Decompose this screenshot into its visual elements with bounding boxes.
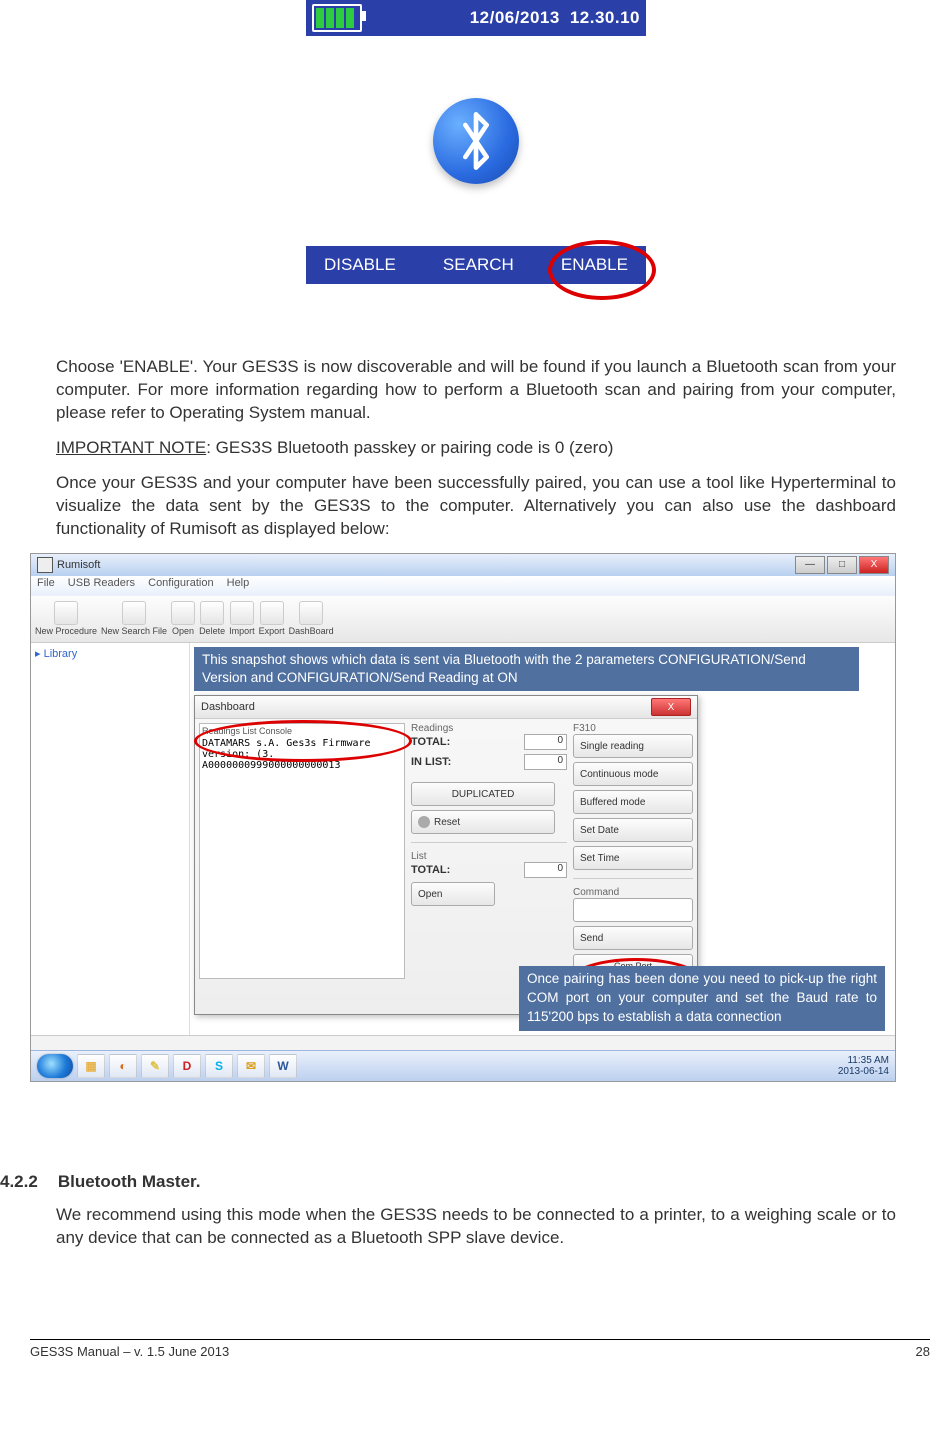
rumisoft-screenshot: Rumisoft — □ X File USB Readers Configur…	[30, 553, 896, 1082]
tb-delete[interactable]: Delete	[199, 601, 225, 636]
tb-open[interactable]: Open	[171, 601, 195, 636]
sidebar-library[interactable]: ▸ Library	[31, 643, 190, 1035]
tb-new-search[interactable]: New Search File	[101, 601, 167, 636]
footer-page: 28	[916, 1344, 930, 1359]
tb-new-procedure[interactable]: New Procedure	[35, 601, 97, 636]
paragraph-1: Choose 'ENABLE'. Your GES3S is now disco…	[56, 356, 896, 425]
send-button[interactable]: Send	[573, 926, 693, 950]
taskbar: ▦ ◐ ✎ D S ✉ W 11:35 AM 2013-06-14	[31, 1050, 895, 1081]
menu-config[interactable]: Configuration	[148, 577, 213, 589]
tb-dashboard[interactable]: DashBoard	[289, 601, 334, 636]
single-reading-button[interactable]: Single reading	[573, 734, 693, 758]
buffered-mode-button[interactable]: Buffered mode	[573, 790, 693, 814]
enable-button[interactable]: ENABLE	[561, 255, 628, 275]
list-label: List	[411, 851, 567, 862]
command-label: Command	[573, 887, 693, 898]
console-tabs[interactable]: Readings List Console	[202, 726, 402, 736]
important-note-label: IMPORTANT NOTE	[56, 438, 206, 457]
tb-export[interactable]: Export	[259, 601, 285, 636]
bluetooth-icon	[433, 98, 519, 184]
f310-label: F310	[573, 723, 693, 734]
task-explorer[interactable]: ▦	[77, 1054, 105, 1078]
task-d[interactable]: D	[173, 1054, 201, 1078]
inlist-value: 0	[524, 754, 567, 770]
total-label: TOTAL:	[411, 736, 450, 748]
statusbar	[31, 1035, 895, 1050]
toolbar: New Procedure New Search File Open Delet…	[31, 596, 895, 643]
task-notes[interactable]: ✎	[141, 1054, 169, 1078]
callout-bottom: Once pairing has been done you need to p…	[519, 966, 885, 1031]
system-tray: 11:35 AM 2013-06-14	[838, 1055, 889, 1077]
battery-icon	[312, 4, 362, 32]
task-word[interactable]: W	[269, 1054, 297, 1078]
heading-number: 4.2.2	[0, 1172, 38, 1191]
task-skype[interactable]: S	[205, 1054, 233, 1078]
tray-date: 2013-06-14	[838, 1066, 889, 1077]
open-button[interactable]: Open	[411, 882, 495, 906]
minimize-button[interactable]: —	[795, 556, 825, 574]
dashboard-close[interactable]: X	[651, 698, 691, 716]
device-time: 12.30.10	[570, 8, 640, 28]
console-line-1: DATAMARS s.A. Ges3s Firmware version: (3…	[202, 738, 402, 760]
continuous-mode-button[interactable]: Continuous mode	[573, 762, 693, 786]
menu-file[interactable]: File	[37, 577, 55, 589]
list-total-value: 0	[524, 862, 567, 878]
important-note: IMPORTANT NOTE: GES3S Bluetooth passkey …	[56, 437, 896, 460]
inlist-label: IN LIST:	[411, 756, 451, 768]
paragraph-3: We recommend using this mode when the GE…	[56, 1204, 896, 1250]
list-total-label: TOTAL:	[411, 864, 450, 876]
heading-title: Bluetooth Master.	[58, 1172, 201, 1191]
paragraph-2: Once your GES3S and your computer have b…	[56, 472, 896, 541]
app-title: Rumisoft	[57, 559, 100, 571]
console-line-2: A0000000999000000000013	[202, 760, 402, 771]
command-input[interactable]	[573, 898, 693, 922]
set-time-button[interactable]: Set Time	[573, 846, 693, 870]
section-heading: 4.2.2Bluetooth Master.	[56, 1172, 896, 1192]
maximize-button[interactable]: □	[827, 556, 857, 574]
duplicated-button[interactable]: DUPLICATED	[411, 782, 555, 806]
app-icon	[37, 557, 53, 573]
dashboard-title: Dashboard	[201, 701, 255, 713]
menu-usb[interactable]: USB Readers	[68, 577, 135, 589]
task-firefox[interactable]: ◐	[109, 1054, 137, 1078]
set-date-button[interactable]: Set Date	[573, 818, 693, 842]
readings-label: Readings	[411, 723, 567, 734]
start-button[interactable]	[37, 1054, 73, 1078]
tray-time: 11:35 AM	[838, 1055, 889, 1066]
footer-left: GES3S Manual – v. 1.5 June 2013	[30, 1344, 229, 1359]
search-button[interactable]: SEARCH	[443, 255, 514, 275]
task-outlook[interactable]: ✉	[237, 1054, 265, 1078]
menu-help[interactable]: Help	[227, 577, 250, 589]
device-screenshot: 12/06/2013 12.30.10 DISABLE SEARCH ENABL…	[306, 0, 646, 284]
important-note-text: : GES3S Bluetooth passkey or pairing cod…	[206, 438, 613, 457]
close-button[interactable]: X	[859, 556, 889, 574]
console-panel: Readings List Console DATAMARS s.A. Ges3…	[199, 723, 405, 979]
callout-top: This snapshot shows which data is sent v…	[194, 647, 859, 691]
page-footer: GES3S Manual – v. 1.5 June 2013 28	[30, 1339, 930, 1359]
menubar: File USB Readers Configuration Help	[31, 576, 895, 596]
total-value: 0	[524, 734, 567, 750]
disable-button[interactable]: DISABLE	[324, 255, 396, 275]
reset-button[interactable]: Reset	[411, 810, 555, 834]
device-date: 12/06/2013	[470, 8, 560, 28]
tb-import[interactable]: Import	[229, 601, 255, 636]
